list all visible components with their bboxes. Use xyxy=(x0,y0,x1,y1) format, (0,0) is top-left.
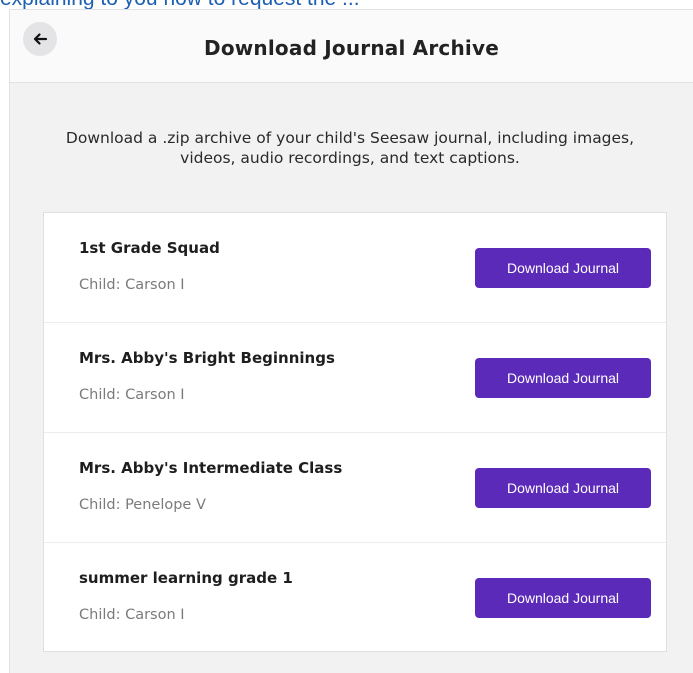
child-name: Child: Carson I xyxy=(79,607,185,623)
download-journal-button[interactable]: Download Journal xyxy=(475,358,651,398)
class-name: Mrs. Abby's Intermediate Class xyxy=(79,459,343,477)
archive-description: Download a .zip archive of your child's … xyxy=(65,129,635,167)
class-name: Mrs. Abby's Bright Beginnings xyxy=(79,349,335,367)
class-name: 1st Grade Squad xyxy=(79,239,220,257)
header-bar: Download Journal Archive xyxy=(10,10,693,83)
journal-row: Mrs. Abby's Bright Beginnings Child: Car… xyxy=(44,323,666,433)
download-journal-button[interactable]: Download Journal xyxy=(475,578,651,618)
journal-list: 1st Grade Squad Child: Carson I Download… xyxy=(43,212,667,652)
download-journal-button[interactable]: Download Journal xyxy=(475,468,651,508)
child-name: Child: Carson I xyxy=(79,387,185,403)
journal-row: summer learning grade 1 Child: Carson I … xyxy=(44,543,666,653)
page-title: Download Journal Archive xyxy=(204,36,499,60)
child-name: Child: Carson I xyxy=(79,277,185,293)
download-journal-button[interactable]: Download Journal xyxy=(475,248,651,288)
child-name: Child: Penelope V xyxy=(79,497,206,513)
journal-row: Mrs. Abby's Intermediate Class Child: Pe… xyxy=(44,433,666,543)
top-text-fragment: explaining to you how to request the ... xyxy=(0,0,693,9)
class-name: summer learning grade 1 xyxy=(79,569,293,587)
journal-row: 1st Grade Squad Child: Carson I Download… xyxy=(44,213,666,323)
download-journal-panel: Download Journal Archive Download a .zip… xyxy=(9,9,693,673)
